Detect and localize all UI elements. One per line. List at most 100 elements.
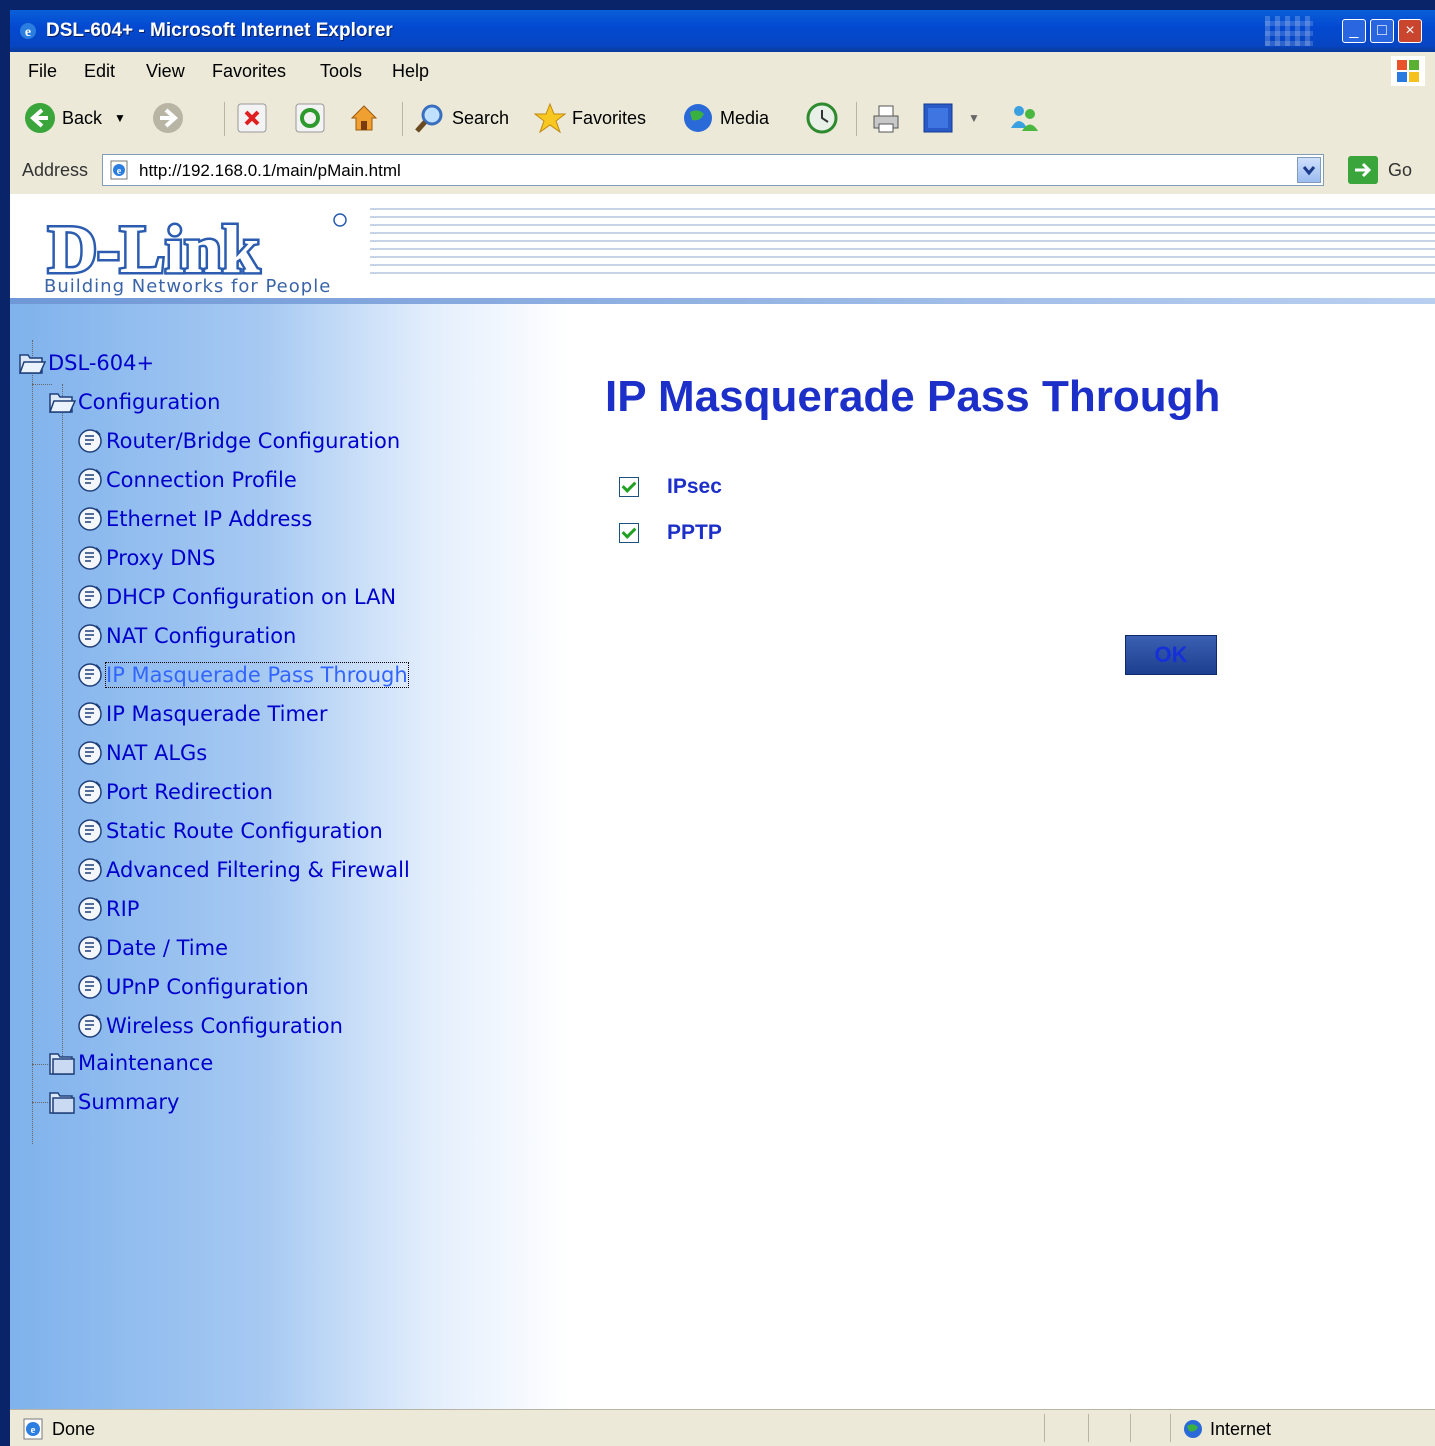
- go-button[interactable]: Go: [1388, 160, 1412, 181]
- svg-text:D-Link: D-Link: [48, 211, 260, 283]
- tree-item-label: Advanced Filtering & Firewall: [106, 858, 410, 882]
- document-icon: [78, 468, 102, 492]
- tree-item-nat-algs[interactable]: NAT ALGs: [76, 739, 207, 767]
- tree-item-label: RIP: [106, 897, 140, 921]
- ie-logo-icon: e: [20, 23, 36, 40]
- tree-item-label: Date / Time: [106, 936, 229, 960]
- tree-item-proxy-dns[interactable]: Proxy DNS: [76, 544, 215, 572]
- close-button[interactable]: ×: [1398, 19, 1422, 43]
- tree-item-rip[interactable]: RIP: [76, 895, 139, 923]
- media-globe-icon: [684, 104, 712, 132]
- favorites-label: Favorites: [572, 107, 647, 128]
- star-icon: [534, 102, 566, 134]
- refresh-icon: [295, 103, 325, 133]
- tree-item-label: Ethernet IP Address: [106, 507, 313, 531]
- tree-item-label: Proxy DNS: [106, 546, 216, 570]
- edit-button[interactable]: ▼: [922, 100, 980, 136]
- ipsec-checkbox[interactable]: [619, 477, 639, 497]
- menu-tools[interactable]: Tools: [320, 61, 362, 82]
- tree-item-ip-masquerade-pass-through[interactable]: IP Masquerade Pass Through: [76, 661, 409, 689]
- page-icon: e: [110, 160, 128, 180]
- tree-item-router-bridge[interactable]: Router/Bridge Configuration: [76, 427, 400, 455]
- home-button[interactable]: [348, 100, 386, 136]
- document-icon: [78, 858, 102, 882]
- refresh-button[interactable]: [294, 100, 332, 136]
- document-icon: [78, 585, 102, 609]
- status-bar: e Done Internet: [10, 1409, 1435, 1446]
- mail-button[interactable]: [870, 100, 908, 136]
- tree-item-nat-configuration[interactable]: NAT Configuration: [76, 622, 296, 650]
- document-icon: [78, 507, 102, 531]
- address-input[interactable]: e http://192.168.0.1/main/pMain.html: [102, 154, 1324, 186]
- internet-globe-icon: [1184, 1420, 1202, 1438]
- tree-item-connection-profile[interactable]: Connection Profile: [76, 466, 297, 494]
- open-folder-icon: [48, 393, 76, 413]
- tree-configuration-label: Configuration: [78, 390, 221, 414]
- stop-button[interactable]: [236, 100, 274, 136]
- document-icon: [78, 975, 102, 999]
- go-arrow-icon[interactable]: [1348, 156, 1378, 184]
- document-icon: [78, 741, 102, 765]
- chevron-down-icon: [1302, 166, 1316, 176]
- title-bar: e DSL-604+ - Microsoft Internet Explorer…: [10, 10, 1435, 52]
- tree-maintenance[interactable]: Maintenance: [48, 1049, 213, 1077]
- search-button[interactable]: Search: [414, 100, 509, 136]
- document-icon: [78, 624, 102, 648]
- forward-button[interactable]: [152, 100, 190, 136]
- tree-item-label-selected: IP Masquerade Pass Through: [105, 662, 409, 688]
- window-title: DSL-604+ - Microsoft Internet Explorer: [46, 20, 393, 41]
- menu-file[interactable]: File: [28, 61, 57, 82]
- pptp-checkbox[interactable]: [619, 523, 639, 543]
- title-decoration: [1265, 16, 1313, 46]
- browser-window: e DSL-604+ - Microsoft Internet Explorer…: [10, 10, 1435, 1446]
- document-icon: [78, 429, 102, 453]
- closed-folder-icon: [49, 1053, 75, 1075]
- address-dropdown-button[interactable]: [1297, 157, 1321, 183]
- security-zone: Internet: [1210, 1419, 1272, 1439]
- page-done-icon: e: [23, 1418, 43, 1440]
- edit-dropdown-icon[interactable]: ▼: [968, 111, 980, 125]
- tree-item-ip-masquerade-timer[interactable]: IP Masquerade Timer: [76, 700, 327, 728]
- tree-item-static-route[interactable]: Static Route Configuration: [76, 817, 383, 845]
- tree-item-date-time[interactable]: Date / Time: [76, 934, 228, 962]
- maximize-button[interactable]: □: [1370, 19, 1394, 43]
- page-content: D-Link Building Networks for People DSL-…: [10, 194, 1435, 1409]
- tree-item-advanced-filtering[interactable]: Advanced Filtering & Firewall: [76, 856, 410, 884]
- search-icon: [415, 104, 443, 133]
- pptp-label: PPTP: [667, 521, 722, 544]
- tree-item-label: Router/Bridge Configuration: [106, 429, 401, 453]
- tree-item-ethernet-ip[interactable]: Ethernet IP Address: [76, 505, 312, 533]
- toolbar: Back ▼ Search Favorites Media ▼: [10, 88, 1435, 149]
- tree-item-dhcp[interactable]: DHCP Configuration on LAN: [76, 583, 396, 611]
- tree-item-label: Port Redirection: [106, 780, 273, 804]
- tree-item-port-redirection[interactable]: Port Redirection: [76, 778, 273, 806]
- tree-root[interactable]: DSL-604+: [18, 349, 154, 377]
- back-dropdown-icon[interactable]: ▼: [114, 111, 126, 125]
- menu-help[interactable]: Help: [392, 61, 429, 82]
- tree-item-label: NAT Configuration: [106, 624, 297, 648]
- back-button[interactable]: Back ▼: [24, 100, 126, 136]
- menu-edit[interactable]: Edit: [84, 61, 115, 82]
- edit-icon: [923, 103, 953, 133]
- tree-item-label: DHCP Configuration on LAN: [106, 585, 397, 609]
- document-icon: [78, 663, 102, 687]
- tree-configuration[interactable]: Configuration: [48, 388, 220, 416]
- banner-stripes: [370, 202, 1435, 274]
- history-button[interactable]: [806, 100, 844, 136]
- media-label: Media: [720, 107, 770, 128]
- favorites-button[interactable]: Favorites: [534, 100, 646, 136]
- menu-favorites[interactable]: Favorites: [212, 61, 286, 82]
- address-label: Address: [22, 160, 89, 180]
- ok-button[interactable]: OK: [1125, 635, 1217, 675]
- history-clock-icon: [806, 102, 838, 134]
- svg-text:e: e: [25, 25, 31, 40]
- messenger-button[interactable]: [1008, 100, 1046, 136]
- media-button[interactable]: Media: [682, 100, 769, 136]
- tree-summary[interactable]: Summary: [48, 1088, 179, 1116]
- dlink-slogan: Building Networks for People: [44, 276, 332, 297]
- menu-view[interactable]: View: [146, 61, 185, 82]
- tree-item-wireless[interactable]: Wireless Configuration: [76, 1012, 343, 1040]
- minimize-button[interactable]: _: [1342, 19, 1366, 43]
- tree-item-upnp[interactable]: UPnP Configuration: [76, 973, 309, 1001]
- messenger-icon: [1011, 106, 1038, 131]
